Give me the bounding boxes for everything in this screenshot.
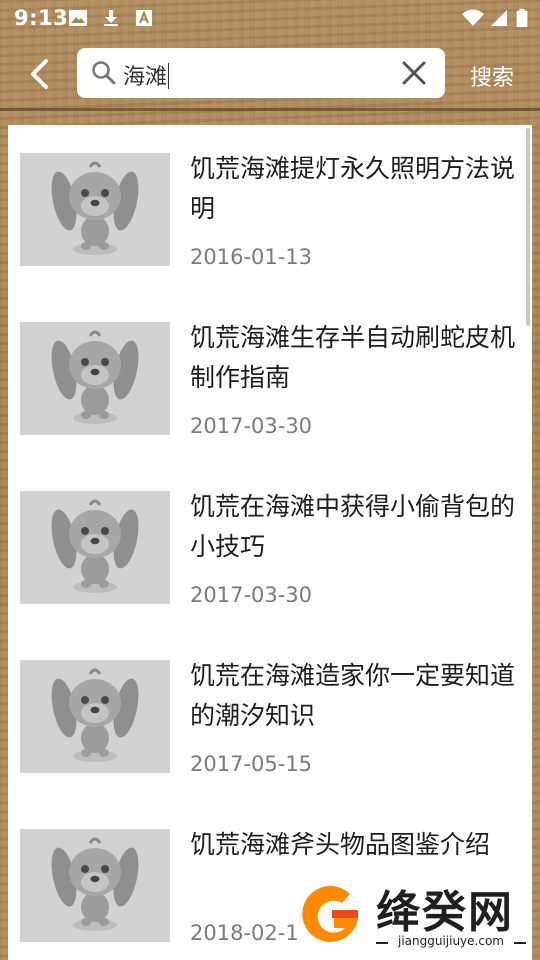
search-input[interactable]: 海滩 — [123, 59, 170, 91]
status-time: 9:13 — [14, 6, 69, 30]
thumbnail-placeholder — [20, 660, 170, 773]
thumbnail-placeholder — [20, 491, 170, 604]
status-bar: 9:13 — [0, 0, 540, 36]
app-bar-divider — [0, 108, 540, 111]
search-box[interactable]: 海滩 — [77, 48, 445, 98]
watermark: 绛癸网 jiangguijiuye.com — [292, 876, 532, 954]
battery-icon — [516, 9, 528, 27]
result-title[interactable]: 饥荒海滩提灯永久照明方法说明 — [190, 149, 520, 229]
image-icon — [69, 10, 87, 26]
download-icon — [104, 10, 118, 26]
font-icon — [136, 10, 152, 26]
close-icon[interactable] — [401, 60, 427, 86]
result-date: 2017-05-15 — [190, 752, 313, 776]
list-item[interactable]: 饥荒海滩生存半自动刷蛇皮机制作指南 2017-03-30 — [8, 294, 532, 463]
wifi-icon — [462, 9, 484, 26]
results-list[interactable]: 饥荒海滩提灯永久照明方法说明 2016-01-13 饥荒海滩生存半自动刷蛇皮机制… — [8, 125, 532, 960]
back-button[interactable] — [22, 56, 58, 92]
search-button[interactable]: 搜索 — [470, 60, 514, 92]
list-item[interactable]: 饥荒在海滩中获得小偷背包的小技巧 2017-03-30 — [8, 463, 532, 632]
result-title[interactable]: 饥荒海滩生存半自动刷蛇皮机制作指南 — [190, 318, 520, 398]
result-date: 2017-03-30 — [190, 583, 313, 607]
signal-icon — [491, 10, 507, 26]
search-icon — [92, 61, 116, 85]
thumbnail-placeholder — [20, 322, 170, 435]
watermark-url: jiangguijiuye.com — [376, 934, 526, 948]
result-date: 2017-03-30 — [190, 414, 313, 438]
result-title[interactable]: 饥荒在海滩中获得小偷背包的小技巧 — [190, 487, 520, 567]
result-date: 2016-01-13 — [190, 245, 313, 269]
puppy-placeholder-icon — [51, 837, 139, 931]
puppy-placeholder-icon — [51, 330, 139, 424]
list-item[interactable]: 饥荒海滩提灯永久照明方法说明 2016-01-13 — [8, 125, 532, 294]
scrollbar[interactable] — [526, 128, 530, 326]
thumbnail-placeholder — [20, 153, 170, 266]
list-item[interactable]: 饥荒在海滩造家你一定要知道的潮汐知识 2017-05-15 — [8, 632, 532, 801]
result-title[interactable]: 饥荒在海滩造家你一定要知道的潮汐知识 — [190, 656, 520, 736]
puppy-placeholder-icon — [51, 668, 139, 762]
thumbnail-placeholder — [20, 829, 170, 942]
watermark-name: 绛癸网 — [376, 887, 514, 938]
puppy-placeholder-icon — [51, 499, 139, 593]
puppy-placeholder-icon — [51, 161, 139, 255]
result-date: 2018-02-1 — [190, 921, 299, 945]
watermark-logo-icon — [294, 878, 368, 952]
result-title[interactable]: 饥荒海滩斧头物品图鉴介绍 — [190, 825, 520, 865]
